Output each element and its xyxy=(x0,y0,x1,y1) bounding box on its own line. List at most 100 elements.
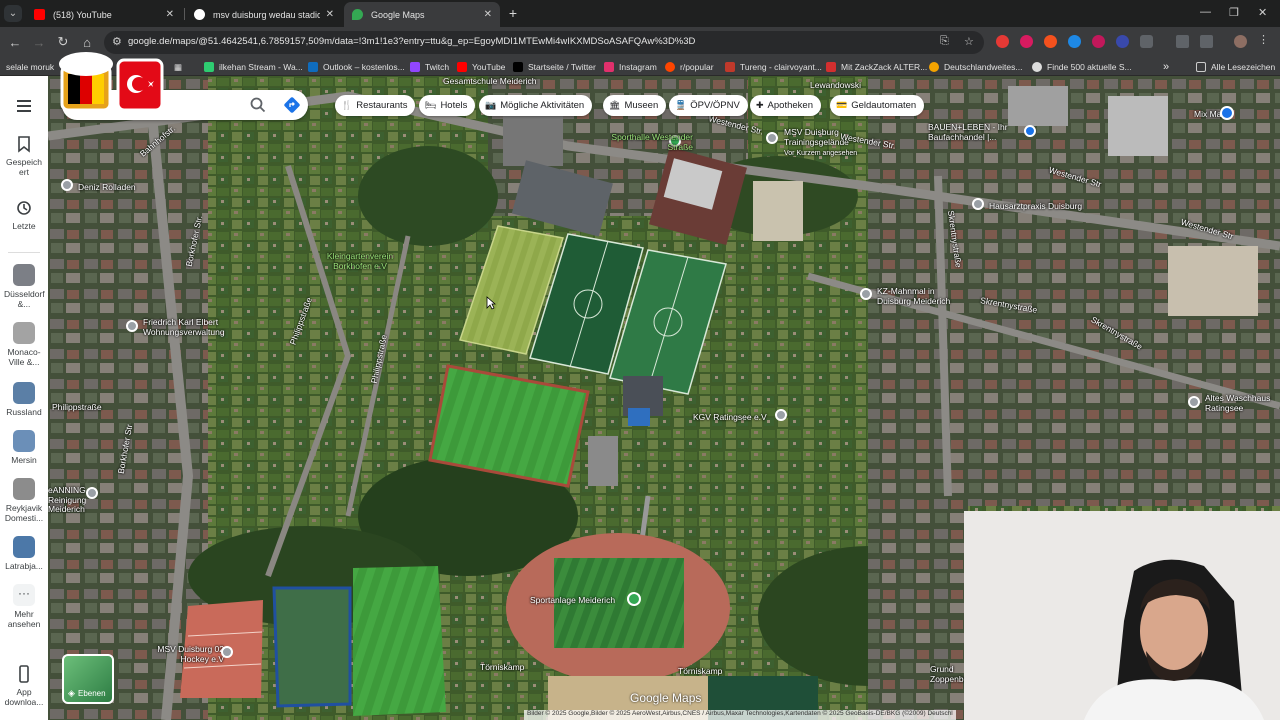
tab-google-maps[interactable]: Google Maps ✕ xyxy=(344,2,500,27)
map-pin-msv-hockey[interactable] xyxy=(221,646,233,658)
bookmark-label: Instagram xyxy=(619,62,657,72)
chip-museums[interactable]: 🏛 Museen xyxy=(603,95,667,116)
bookmark-item[interactable]: Deutschlandweites... xyxy=(929,60,1022,74)
map-pin-reinigung[interactable] xyxy=(86,487,98,499)
chip-label: Museen xyxy=(624,100,659,111)
tab-youtube[interactable]: (518) YouTube ✕ xyxy=(26,2,182,27)
recent-place-item[interactable]: Monaco-Ville &... xyxy=(0,322,48,367)
url-text[interactable]: google.de/maps/@51.4642541,6.7859157,509… xyxy=(128,36,695,47)
map-label-friedrich-karl[interactable]: Friedrich Karl Elbert Wohnungsverwaltung xyxy=(143,317,243,337)
bookmark-item[interactable]: Twitch xyxy=(410,60,449,74)
map-pin-hausarzt[interactable] xyxy=(972,198,984,210)
arrow-left-icon: ← xyxy=(8,34,22,50)
bookmark-item[interactable]: selale moruk xyxy=(6,60,54,74)
map-pin-sportanlage[interactable] xyxy=(627,592,641,606)
chip-hotels[interactable]: 🛏 Hotels xyxy=(419,95,476,116)
map-label-altes-waschhaus[interactable]: Altes Waschhaus Ratingsee xyxy=(1205,393,1280,413)
extension-icon[interactable] xyxy=(1044,35,1057,48)
recent-place-item[interactable]: Mersin xyxy=(0,430,48,465)
tab-search-result[interactable]: msv duisburg wedau stadion - Go ✕ xyxy=(186,2,342,27)
extension-icon[interactable] xyxy=(1020,35,1033,48)
bookmark-item[interactable]: Mit ZackZack ALTER... xyxy=(826,60,927,74)
bookmark-item[interactable]: ilkehan Stream - Wa... xyxy=(204,60,303,74)
bookmark-star-icon[interactable]: ☆ xyxy=(964,35,974,48)
google-maps-logo: Google Maps xyxy=(630,691,702,705)
map-label-grund[interactable]: Grund Zoppenbr xyxy=(930,664,964,684)
map-label-gesamtschule[interactable]: Gesamtschule Meiderich xyxy=(443,76,537,86)
map-pin-friedrich-karl[interactable] xyxy=(126,320,138,332)
address-bar[interactable]: ⚙ google.de/maps/@51.4642541,6.7859157,5… xyxy=(104,31,984,54)
install-app-icon[interactable]: ⎘ xyxy=(940,35,949,48)
chip-transit[interactable]: 🚆 ÖPV/ÖPNV xyxy=(669,95,748,116)
chip-pharmacies[interactable]: ✚ Apotheken xyxy=(750,95,821,116)
back-button[interactable]: ← xyxy=(6,33,24,51)
chip-activities[interactable]: 📷 Mögliche Aktivitäten xyxy=(479,95,593,116)
profile-avatar[interactable] xyxy=(1234,35,1247,48)
directions-icon[interactable] xyxy=(282,95,302,115)
extension-icon[interactable] xyxy=(1092,35,1105,48)
map-label-sporthalle[interactable]: Sporthalle Westender Straße xyxy=(593,132,693,152)
extension-icon[interactable] xyxy=(1116,35,1129,48)
map-pin-kgv-ratingsee[interactable] xyxy=(775,409,787,421)
bookmark-item[interactable]: Tureng - clairvoyant... xyxy=(725,60,822,74)
recently-viewed-label: Vor Kurzem angesehen xyxy=(784,150,858,157)
map-label-kleingartenverein[interactable]: Kleingartenverein Borkhofen e.V xyxy=(320,251,400,271)
close-icon[interactable]: ✕ xyxy=(166,9,174,20)
map-label-bauen-leben[interactable]: BAUEN+LEBEN - Ihr Baufachhandel |... xyxy=(928,122,1038,142)
tab-search-button[interactable]: ⌄ xyxy=(4,5,22,22)
map-pin-deniz[interactable] xyxy=(61,179,73,191)
more-bookmarks-button[interactable]: » xyxy=(1163,60,1169,74)
saved-button[interactable]: Gespeichert xyxy=(0,134,48,177)
minimize-icon[interactable]: — xyxy=(1200,6,1211,18)
more-menu-icon[interactable]: ⋮ xyxy=(1258,33,1271,46)
tureng-icon xyxy=(725,62,735,72)
restore-icon[interactable]: ❐ xyxy=(1229,6,1239,19)
map-label-reinigung[interactable]: eANNING Reinigung xyxy=(48,485,86,505)
extension-icon[interactable] xyxy=(996,35,1009,48)
bookmark-item[interactable]: r/popular xyxy=(665,60,714,74)
map-label-lewandowski[interactable]: Lewandowski xyxy=(810,80,861,90)
map-label-kz-mahnmal[interactable]: KZ-Mahnmal in Duisburg Meiderich xyxy=(877,286,967,306)
reading-list-icon[interactable] xyxy=(1176,35,1189,48)
map-attribution[interactable]: Bilder © 2025 Google,Bilder © 2025 AeroW… xyxy=(524,710,956,720)
extension-icon[interactable] xyxy=(1068,35,1081,48)
map-pin-altes-waschhaus[interactable] xyxy=(1188,396,1200,408)
puzzle-icon[interactable] xyxy=(1140,35,1153,48)
map-label-sportanlage-meiderich[interactable]: Sportanlage Meiderich xyxy=(530,595,615,605)
all-bookmarks-button[interactable]: Alle Lesezeichen xyxy=(1196,60,1275,74)
close-window-icon[interactable]: ✕ xyxy=(1258,6,1267,19)
bookmark-item[interactable]: Startseite / Twitter xyxy=(513,60,596,74)
recent-button[interactable]: Letzte xyxy=(0,198,48,231)
map-pin-msv-training[interactable] xyxy=(766,132,778,144)
bookmark-item[interactable]: Outlook – kostenlos... xyxy=(308,60,405,74)
menu-button[interactable] xyxy=(0,96,48,119)
map-pin-bauen-leben[interactable] xyxy=(1024,125,1036,137)
search-icon[interactable] xyxy=(249,96,267,114)
map-label-msv-hockey[interactable]: MSV Duisburg 02 Hockey e.V xyxy=(154,644,224,664)
close-icon[interactable]: ✕ xyxy=(484,9,492,20)
recent-place-item[interactable]: Reykjavik Domesti... xyxy=(0,478,48,523)
recent-place-item[interactable]: Russland xyxy=(0,382,48,417)
chip-label: Hotels xyxy=(440,100,468,111)
recent-place-item[interactable]: Düsseldorf &... xyxy=(0,264,48,309)
map-label-kgv-ratingsee[interactable]: KGV Ratingsee e.V xyxy=(693,412,767,422)
map-label-deniz-rolladen[interactable]: Deniz Rolladen xyxy=(78,182,136,192)
bookmark-favicon xyxy=(204,62,214,72)
bookmark-item[interactable]: YouTube xyxy=(457,60,505,74)
forward-button[interactable]: → xyxy=(30,33,48,51)
new-tab-button[interactable]: + xyxy=(505,4,521,22)
map-label-hausarztpraxis[interactable]: Hausarztpraxis Duisburg xyxy=(989,201,1082,211)
download-icon[interactable] xyxy=(1200,35,1213,48)
apps-button[interactable]: ▦ xyxy=(174,60,182,74)
app-download-button[interactable]: App downloa... xyxy=(0,664,48,707)
chip-restaurants[interactable]: 🍴 Restaurants xyxy=(335,95,416,116)
close-icon[interactable]: ✕ xyxy=(326,9,334,20)
bookmark-item[interactable]: Instagram xyxy=(604,60,657,74)
map-pin-kz-mahnmal[interactable] xyxy=(860,288,872,300)
bookmark-item[interactable]: Finde 500 aktuelle S... xyxy=(1032,60,1132,74)
more-button[interactable]: ··· Mehr ansehen xyxy=(0,584,48,629)
map-pin-mix-markt[interactable] xyxy=(1220,106,1234,120)
layers-button[interactable]: ◈ Ebenen xyxy=(62,654,114,704)
recent-place-item[interactable]: Latrabja... xyxy=(0,536,48,571)
chip-atms[interactable]: 💳 Geldautomaten xyxy=(830,95,925,116)
